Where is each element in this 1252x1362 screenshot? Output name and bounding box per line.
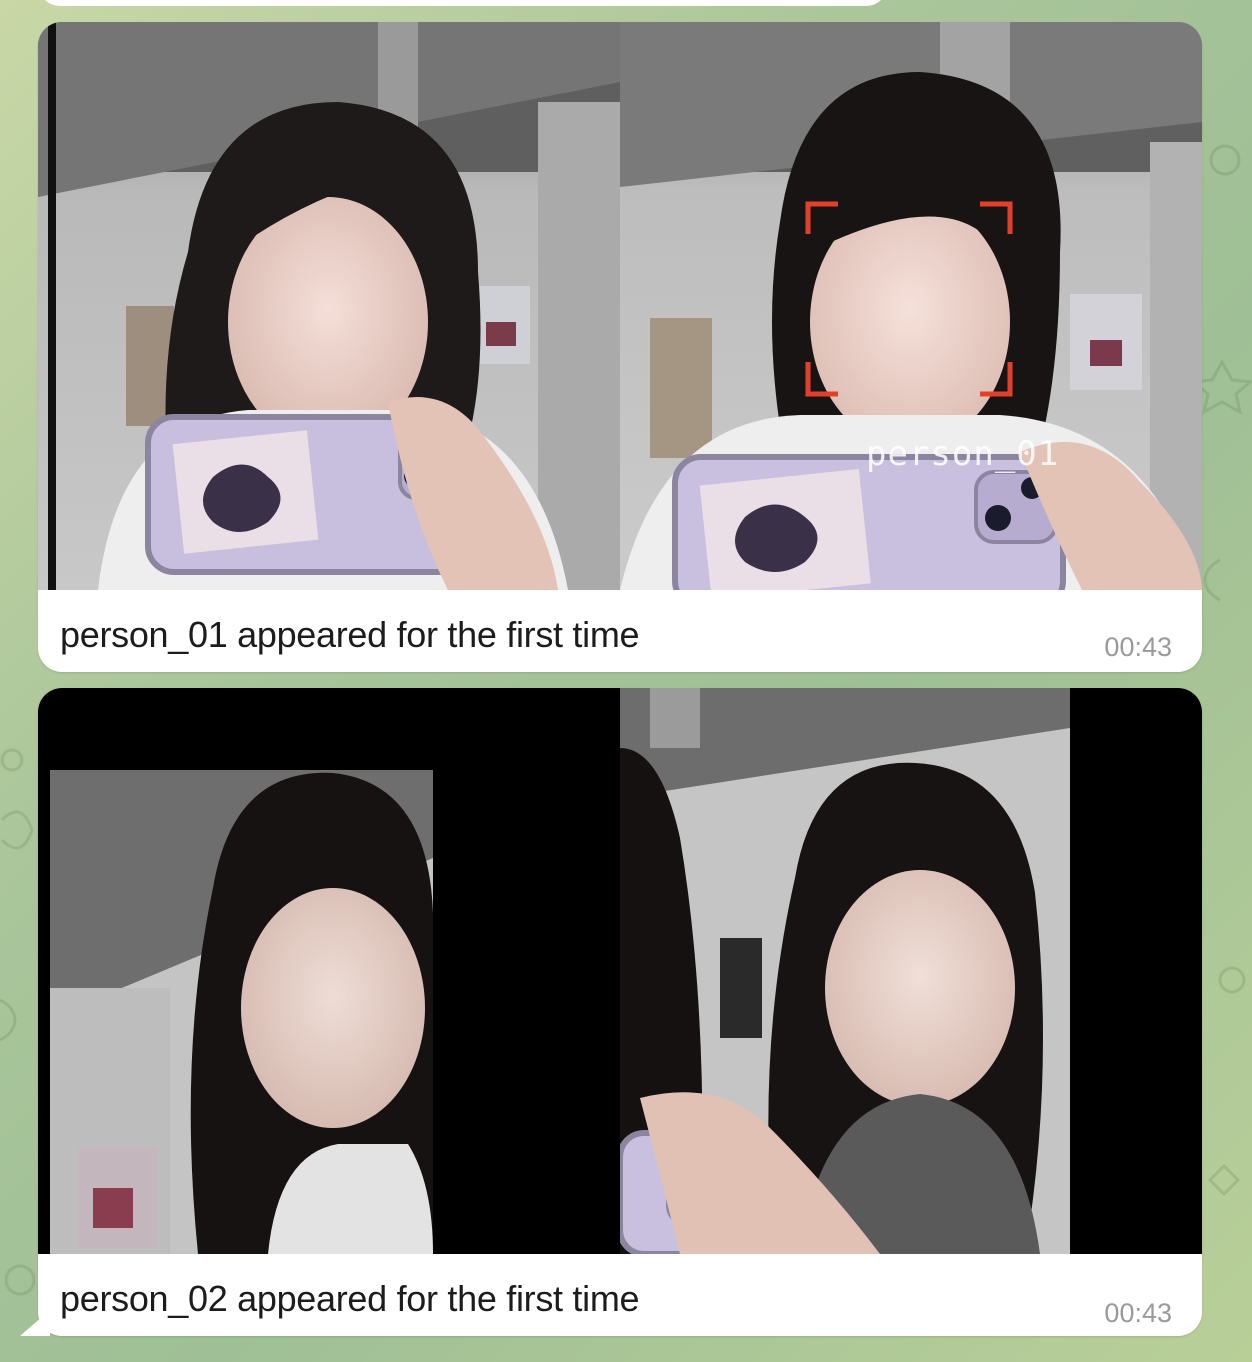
message-timestamp: 00:43: [1104, 1298, 1172, 1328]
camera-snapshot-image: [620, 22, 1202, 590]
message-media[interactable]: [38, 688, 1202, 1254]
message-bubble[interactable]: person_02 appeared for the first time 00…: [38, 688, 1202, 1336]
camera-snapshot-image: [38, 22, 620, 590]
message-bubble[interactable]: person_01 person_01 appeared for the fir…: [38, 22, 1202, 672]
message-media[interactable]: [38, 22, 1202, 590]
camera-snapshot-image: [620, 688, 1202, 1254]
camera-snapshot-image: [38, 688, 620, 1254]
message-caption: person_02 appeared for the first time: [60, 1278, 640, 1319]
previous-message-bubble[interactable]: [38, 0, 888, 6]
camera-frame-right[interactable]: [620, 688, 1202, 1254]
camera-frame-left[interactable]: [38, 688, 620, 1254]
detection-label: person_01: [866, 434, 1060, 474]
message-caption: person_01 appeared for the first time: [60, 614, 640, 655]
message-timestamp: 00:43: [1104, 632, 1172, 662]
camera-frame-left[interactable]: [38, 22, 620, 590]
camera-frame-right[interactable]: [620, 22, 1202, 590]
